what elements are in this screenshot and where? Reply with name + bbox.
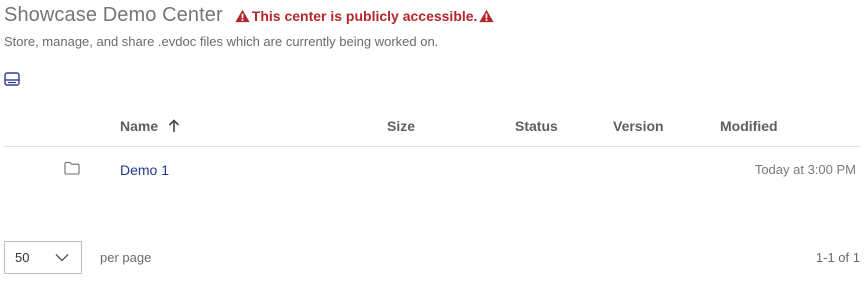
arrow-up-icon bbox=[169, 119, 180, 132]
table-row[interactable]: Demo 1 Today at 3:00 PM bbox=[4, 150, 860, 190]
pagination-range: 1-1 of 1 bbox=[815, 250, 860, 265]
chevron-down-icon bbox=[55, 254, 69, 262]
per-page-label: per page bbox=[100, 250, 152, 265]
per-page-value: 50 bbox=[15, 250, 30, 265]
column-header-modified[interactable]: Modified bbox=[720, 118, 778, 134]
warning-icon bbox=[479, 9, 495, 22]
header: Showcase Demo Center This center is publ… bbox=[4, 4, 496, 27]
document-center-page: Showcase Demo Center This center is publ… bbox=[0, 0, 866, 281]
card-view-icon[interactable] bbox=[4, 71, 20, 87]
warning-icon bbox=[235, 9, 250, 22]
file-name-link[interactable]: Demo 1 bbox=[120, 162, 169, 178]
page-subtitle: Store, manage, and share .evdoc files wh… bbox=[4, 34, 439, 49]
column-header-version[interactable]: Version bbox=[613, 118, 664, 134]
public-warning-text: This center is publicly accessible. bbox=[251, 7, 478, 24]
folder-icon bbox=[64, 161, 80, 175]
table-header: Name Size Status Version Modified bbox=[4, 108, 860, 147]
column-header-size[interactable]: Size bbox=[387, 118, 415, 134]
public-warning: This center is publicly accessible. bbox=[233, 8, 497, 24]
page-title: Showcase Demo Center bbox=[4, 4, 223, 26]
column-header-name-label: Name bbox=[120, 118, 159, 134]
column-header-name[interactable]: Name bbox=[120, 118, 180, 134]
per-page-select[interactable]: 50 bbox=[4, 241, 82, 274]
column-header-status[interactable]: Status bbox=[515, 118, 558, 134]
modified-date: Today at 3:00 PM bbox=[754, 162, 856, 177]
